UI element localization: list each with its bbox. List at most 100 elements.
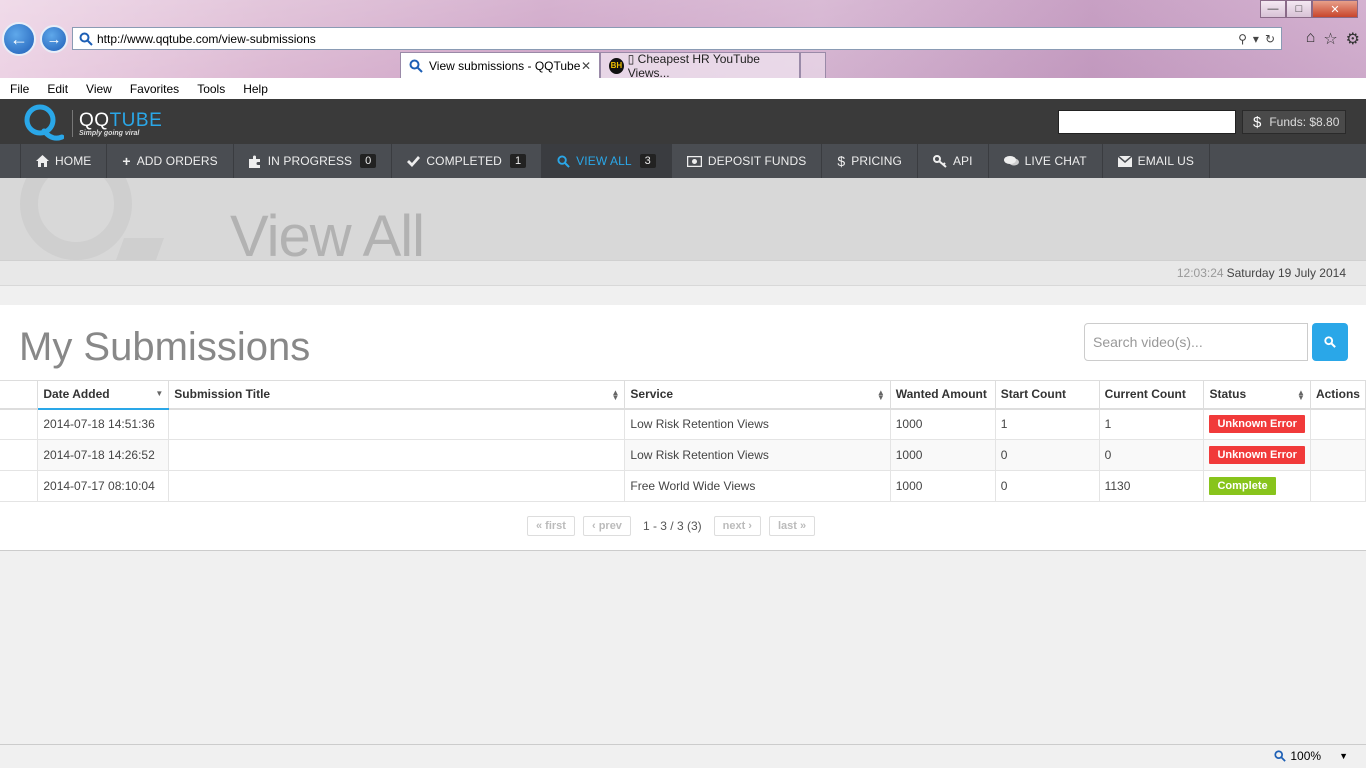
nav-label: ADD ORDERS bbox=[136, 154, 218, 168]
window-controls: — □ ✕ bbox=[1260, 0, 1358, 18]
nav-label: LIVE CHAT bbox=[1024, 154, 1087, 168]
back-button[interactable]: ← bbox=[2, 22, 36, 56]
pager-last-button[interactable]: last » bbox=[768, 516, 816, 536]
menu-tools[interactable]: Tools bbox=[187, 82, 233, 96]
cell-title[interactable] bbox=[168, 439, 626, 471]
tab-view-submissions[interactable]: View submissions - QQTube ✕ bbox=[400, 52, 600, 78]
cell-wanted: 1000 bbox=[890, 408, 996, 440]
header-submission-title[interactable]: Submission Title ▲ ▼ bbox=[168, 380, 626, 410]
nav-completed[interactable]: COMPLETED 1 bbox=[392, 144, 543, 178]
menu-file[interactable]: File bbox=[0, 82, 37, 96]
menu-edit[interactable]: Edit bbox=[37, 82, 76, 96]
chevron-down-icon[interactable]: ▼ bbox=[1339, 751, 1348, 761]
current-date: Saturday 19 July 2014 bbox=[1226, 266, 1346, 280]
table-row: 2014-07-17 08:10:04 Free World Wide View… bbox=[0, 470, 1366, 502]
background-logo-tail bbox=[115, 238, 165, 260]
tab-title: View submissions - QQTube bbox=[429, 58, 581, 73]
funds-button[interactable]: $ Funds: $8.80 bbox=[1242, 110, 1346, 134]
nav-in-progress[interactable]: IN PROGRESS 0 bbox=[234, 144, 393, 178]
search-icon bbox=[79, 32, 93, 46]
nav-pricing[interactable]: $ PRICING bbox=[822, 144, 918, 178]
header-wanted-amount[interactable]: Wanted Amount bbox=[890, 380, 996, 410]
nav-add-orders[interactable]: + ADD ORDERS bbox=[107, 144, 234, 178]
gear-icon[interactable]: ⚙ bbox=[1346, 29, 1360, 49]
nav-label: API bbox=[952, 154, 973, 168]
header-status[interactable]: Status ▲ ▼ bbox=[1203, 380, 1311, 410]
status-badge: Complete bbox=[1209, 477, 1276, 495]
pager-info: 1 - 3 / 3 (3) bbox=[642, 519, 702, 533]
cell-start: 0 bbox=[995, 470, 1100, 502]
header-start-count[interactable]: Start Count bbox=[995, 380, 1100, 410]
browser-status-bar: 100% ▼ bbox=[0, 744, 1366, 768]
nav-view-all[interactable]: VIEW ALL 3 bbox=[542, 144, 672, 178]
url-text[interactable]: http://www.qqtube.com/view-submissions bbox=[97, 32, 1238, 46]
close-window-icon[interactable]: ✕ bbox=[1312, 0, 1358, 18]
envelope-icon bbox=[1117, 155, 1132, 167]
forward-button[interactable]: → bbox=[40, 25, 68, 53]
search-icon bbox=[1324, 336, 1336, 348]
pager-prev-button[interactable]: ‹ prev bbox=[582, 516, 631, 536]
nav-deposit-funds[interactable]: DEPOSIT FUNDS bbox=[672, 144, 823, 178]
nav-live-chat[interactable]: LIVE CHAT bbox=[989, 144, 1103, 178]
sort-desc-icon: ▼ bbox=[155, 389, 164, 398]
refresh-icon[interactable]: ↻ bbox=[1265, 32, 1275, 46]
cell-date: 2014-07-18 14:26:52 bbox=[37, 439, 170, 471]
header-current-count[interactable]: Current Count bbox=[1099, 380, 1205, 410]
page-banner: View All bbox=[0, 178, 1366, 260]
favorites-star-icon[interactable]: ☆ bbox=[1323, 29, 1337, 49]
puzzle-icon bbox=[248, 155, 262, 168]
logo-accent-text: TUBE bbox=[109, 109, 163, 131]
menu-favorites[interactable]: Favorites bbox=[120, 82, 187, 96]
new-tab-button[interactable] bbox=[800, 52, 826, 78]
address-bar[interactable]: http://www.qqtube.com/view-submissions ⚲… bbox=[72, 27, 1282, 50]
menu-view[interactable]: View bbox=[76, 82, 120, 96]
menu-bar: File Edit View Favorites Tools Help bbox=[0, 78, 1366, 99]
home-icon[interactable]: ⌂ bbox=[1306, 29, 1316, 49]
site-logo[interactable]: QQTUBE Simply going viral bbox=[20, 103, 162, 143]
cell-service: Free World Wide Views bbox=[624, 470, 891, 502]
nav-label: COMPLETED bbox=[426, 154, 502, 168]
row-blank bbox=[0, 470, 39, 502]
tab-cheapest-views[interactable]: BH ▯ Cheapest HR YouTube Views... bbox=[600, 52, 800, 80]
cell-service: Low Risk Retention Views bbox=[624, 439, 891, 471]
dollar-icon: $ bbox=[1253, 113, 1262, 131]
cell-current: 1130 bbox=[1099, 470, 1205, 502]
tab-strip: View submissions - QQTube ✕ BH ▯ Cheapes… bbox=[400, 52, 826, 80]
sort-icon: ▲ ▼ bbox=[876, 388, 885, 402]
header-service[interactable]: Service ▲ ▼ bbox=[624, 380, 891, 410]
nav-email-us[interactable]: EMAIL US bbox=[1103, 144, 1210, 178]
site-header: QQTUBE Simply going viral $ Funds: $8.80 bbox=[0, 99, 1366, 144]
video-search-input[interactable] bbox=[1084, 323, 1308, 361]
sort-icon: ▲ ▼ bbox=[611, 388, 620, 402]
maximize-icon[interactable]: □ bbox=[1286, 0, 1312, 18]
search-icon bbox=[409, 59, 423, 73]
header-date-added[interactable]: Date Added ▼ bbox=[37, 380, 170, 410]
nav-label: IN PROGRESS bbox=[267, 154, 353, 168]
page-title: View All bbox=[230, 204, 425, 261]
close-tab-icon[interactable]: ✕ bbox=[581, 59, 591, 73]
search-icon[interactable]: ⚲ bbox=[1238, 32, 1247, 46]
submissions-table: Date Added ▼ Submission Title ▲ ▼ Service ▲ ▼… bbox=[0, 380, 1366, 502]
menu-help[interactable]: Help bbox=[233, 82, 276, 96]
cell-actions bbox=[1310, 439, 1366, 471]
cell-service: Low Risk Retention Views bbox=[624, 408, 891, 440]
dropdown-arrow-icon[interactable]: ▾ bbox=[1253, 32, 1259, 46]
nav-home[interactable]: HOME bbox=[20, 144, 108, 178]
cell-wanted: 1000 bbox=[890, 470, 996, 502]
cell-title[interactable] bbox=[168, 408, 626, 440]
pager-next-button[interactable]: next › bbox=[713, 516, 761, 536]
minimize-icon[interactable]: — bbox=[1260, 0, 1286, 18]
plus-icon: + bbox=[122, 153, 131, 169]
nav-api[interactable]: API bbox=[918, 144, 989, 178]
count-badge: 3 bbox=[639, 154, 656, 168]
cell-title[interactable] bbox=[168, 470, 626, 502]
search-button[interactable] bbox=[1312, 323, 1348, 361]
cell-status: Unknown Error bbox=[1203, 408, 1311, 440]
zoom-control[interactable]: 100% ▼ bbox=[1274, 749, 1348, 763]
header-search-input[interactable] bbox=[1058, 110, 1236, 134]
site-favicon-icon: BH bbox=[609, 57, 624, 74]
nav-label: HOME bbox=[55, 154, 92, 168]
submissions-panel: My Submissions Date Added▼ Submission Ti… bbox=[0, 305, 1366, 551]
pager-first-button[interactable]: « first bbox=[527, 516, 575, 536]
nav-label: VIEW ALL bbox=[576, 154, 632, 168]
